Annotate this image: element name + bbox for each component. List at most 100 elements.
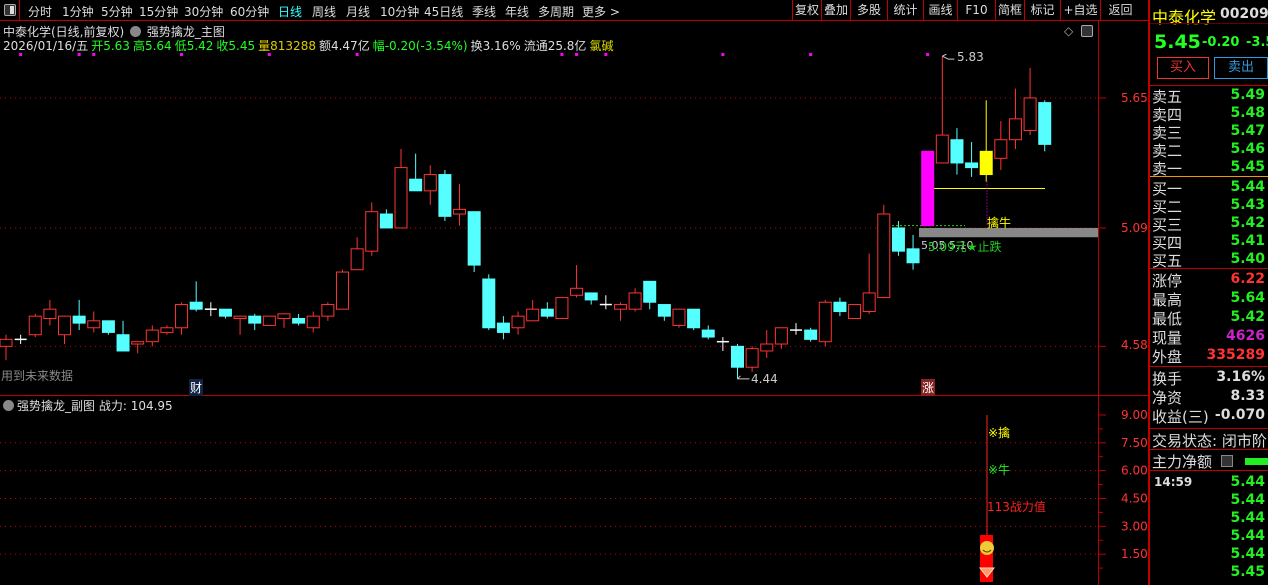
signal-dot: [180, 53, 184, 56]
candle: [277, 313, 291, 328]
candlestick-chart[interactable]: 9.007.506.004.503.001.505.834.445.05 5.1…: [0, 0, 1148, 585]
candle-body: [994, 139, 1008, 159]
candle-body: [935, 134, 949, 164]
signal-dot: [575, 53, 579, 56]
candle-body: [628, 292, 642, 310]
signal-dot: [721, 53, 725, 56]
candle-body: [760, 343, 774, 352]
candle: [613, 302, 627, 321]
sub-axis-tick-label: 7.50: [1121, 436, 1148, 450]
candle: [848, 304, 862, 319]
candle: [570, 265, 584, 298]
candle-body: [833, 301, 847, 313]
limit-up-marker[interactable]: 涨: [921, 379, 936, 396]
candle: [1038, 100, 1052, 152]
tick-price: 5.45: [1230, 564, 1265, 580]
quote-value: 5.42: [1230, 215, 1265, 231]
quote-row: 买四 5.41: [1152, 232, 1268, 252]
quote-row: 卖三 5.47: [1152, 122, 1268, 142]
candle-body: [189, 301, 203, 310]
candle: [994, 121, 1008, 170]
candle: [248, 313, 262, 331]
tick-row: 14:59 5.44: [1152, 474, 1268, 492]
finance-marker[interactable]: 财: [189, 379, 204, 396]
indicator-dropdown-icon[interactable]: [3, 400, 14, 411]
candle-body: [321, 304, 335, 317]
niu-label: ※牛: [988, 462, 1010, 477]
signal-dot: [267, 53, 271, 56]
candle: [306, 311, 320, 333]
quote-value: 5.64: [1230, 290, 1265, 306]
quote-label: 最高: [1152, 291, 1183, 309]
quote-row: 涨停 6.22: [1152, 270, 1268, 290]
signal-dot: [604, 53, 608, 56]
candle: [87, 311, 101, 333]
candle: [116, 320, 130, 352]
quote-value: -0.070: [1214, 407, 1265, 423]
quote-row: 买一 5.44: [1152, 178, 1268, 198]
quote-label: 收益(三): [1152, 408, 1209, 426]
candle: [935, 56, 949, 164]
price-change: -0.20: [1202, 35, 1240, 50]
candle: [379, 209, 393, 229]
quote-row: 卖二 5.46: [1152, 140, 1268, 160]
candle: [335, 269, 349, 310]
quote-row: 最低 5.42: [1152, 308, 1268, 328]
tick-row: 5.44: [1152, 528, 1268, 546]
candle: [701, 325, 715, 340]
candle: [804, 327, 818, 342]
smiley-icon: [980, 541, 994, 555]
quote-value: 8.33: [1230, 388, 1265, 404]
candle: [760, 330, 774, 358]
candle: [818, 299, 832, 347]
tick-row: 5.44: [1152, 492, 1268, 510]
candle-body: [248, 315, 262, 324]
list-icon[interactable]: [1221, 455, 1233, 467]
power-value-label: 113战力值: [987, 499, 1046, 514]
high-pointer: [942, 53, 955, 60]
quote-value: 4626: [1226, 328, 1265, 344]
candle-body: [131, 341, 145, 345]
candle-body: [160, 327, 174, 333]
quote-row: 最高 5.64: [1152, 289, 1268, 309]
sell-button[interactable]: 卖出: [1214, 57, 1268, 79]
candle-body: [101, 320, 115, 333]
quote-value: 5.44: [1230, 179, 1265, 195]
quote-row: 买二 5.43: [1152, 196, 1268, 216]
sub-axis-tick-label: 1.50: [1121, 547, 1148, 561]
candle: [58, 315, 72, 345]
candle-body: [1023, 97, 1037, 131]
candle-body: [453, 208, 467, 215]
candle: [145, 325, 159, 347]
quote-value: 3.16%: [1216, 369, 1265, 385]
candle: [599, 295, 612, 310]
main-net-label: 主力净额: [1152, 453, 1213, 471]
future-data-note: 用到未来数据: [1, 369, 74, 383]
tick-row: 5.44: [1152, 510, 1268, 528]
buy-button[interactable]: 买入: [1157, 57, 1209, 79]
candle-body: [701, 329, 715, 338]
quote-value: 6.22: [1230, 271, 1265, 287]
high-price-label: 5.83: [957, 50, 984, 64]
candle-body: [731, 345, 744, 368]
candle: [292, 313, 306, 326]
candle: [833, 297, 847, 317]
candle: [745, 346, 759, 372]
quote-row: 收益(三) -0.070: [1152, 406, 1268, 426]
candle-body: [1038, 102, 1052, 145]
quote-row: 现量 4626: [1152, 327, 1268, 347]
sub-indicator-name[interactable]: 强势擒龙_副图: [17, 399, 95, 413]
quote-panel: 中泰化学 002092 5.45 -0.20 -3.54 买入 卖出 卖五5.4…: [1148, 0, 1268, 585]
candle-body: [438, 174, 452, 217]
candle: [891, 220, 905, 256]
candle: [862, 253, 876, 314]
low-pointer: [737, 375, 750, 380]
candle-body: [467, 211, 481, 266]
candle-body: [365, 211, 379, 252]
candle-body: [482, 278, 496, 329]
candle: [218, 308, 232, 319]
candle: [204, 302, 217, 317]
candle-body: [175, 304, 189, 329]
main-net-bar: [1245, 458, 1268, 465]
sub-axis-tick-label: 4.50: [1121, 491, 1148, 505]
